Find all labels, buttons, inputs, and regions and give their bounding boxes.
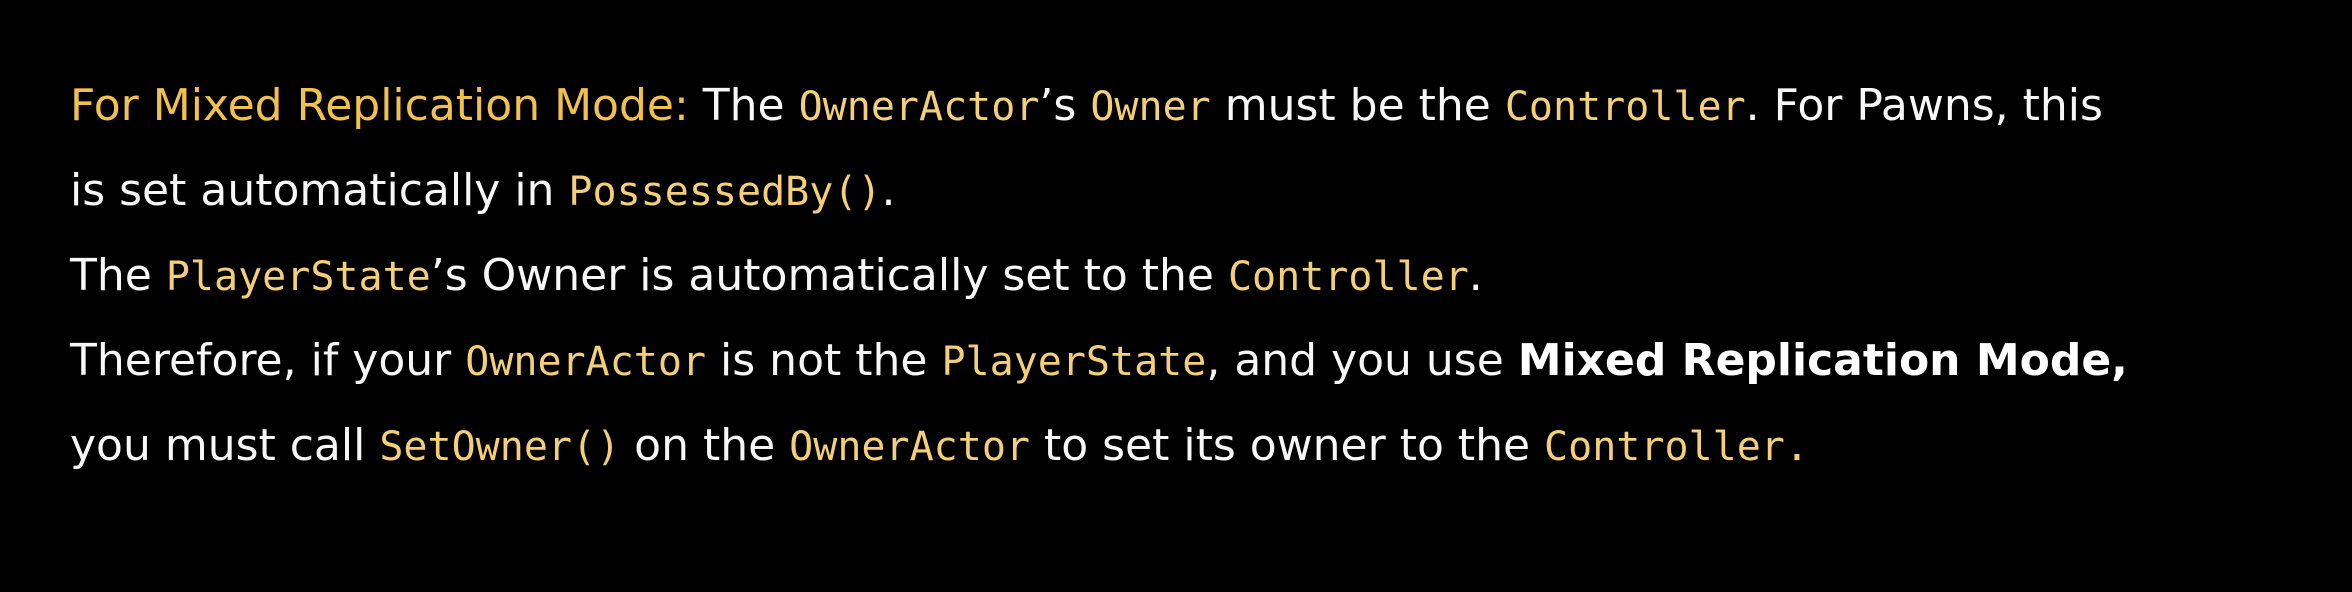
code-owneractor: OwnerActor [798,84,1040,130]
code-owner: Owner [1090,84,1211,130]
note-line-2: is set automatically in PossessedBy(). [70,149,2310,234]
text-segment: to set its owner to the [1029,420,1545,471]
text-segment: The [688,80,799,131]
text-segment: The [70,250,166,301]
code-controller: Controller [1504,84,1746,130]
text-segment: . For Pawns, this [1745,80,2103,131]
text-segment: you must call [70,420,380,471]
text-segment: . [881,165,896,216]
text-segment: ’s Owner is automatically set to the [430,250,1228,301]
code-playerstate: PlayerState [941,339,1207,385]
text-segment: Therefore, if your [70,335,466,386]
code-owneractor: OwnerActor [789,424,1030,470]
text-segment: . [1468,250,1483,301]
mixed-mode-emphasis: Mixed Replication Mode, [1517,335,2128,386]
code-owneractor: OwnerActor [465,339,707,385]
code-playerstate: PlayerState [165,254,431,300]
code-controller: Controller [1227,254,1469,300]
text-segment: is set automatically in [70,165,569,216]
text-segment: on the [620,420,790,471]
note-line-5: you must call SetOwner() on the OwnerAct… [70,404,2310,489]
code-setowner: SetOwner() [379,424,621,470]
note-line-3: The PlayerState’s Owner is automatically… [70,234,2310,319]
text-segment: must be the [1210,80,1505,131]
note-line-1: For Mixed Replication Mode: The OwnerAct… [70,64,2310,149]
text-segment: is not the [706,335,942,386]
code-controller: Controller. [1544,424,1809,470]
note-line-4: Therefore, if your OwnerActor is not the… [70,319,2310,404]
mixed-mode-heading: For Mixed Replication Mode: [70,80,689,131]
replication-note: For Mixed Replication Mode: The OwnerAct… [70,64,2310,489]
text-segment: , and you use [1206,335,1518,386]
text-segment: ’s [1039,80,1091,131]
code-possessedby: PossessedBy() [568,169,882,215]
